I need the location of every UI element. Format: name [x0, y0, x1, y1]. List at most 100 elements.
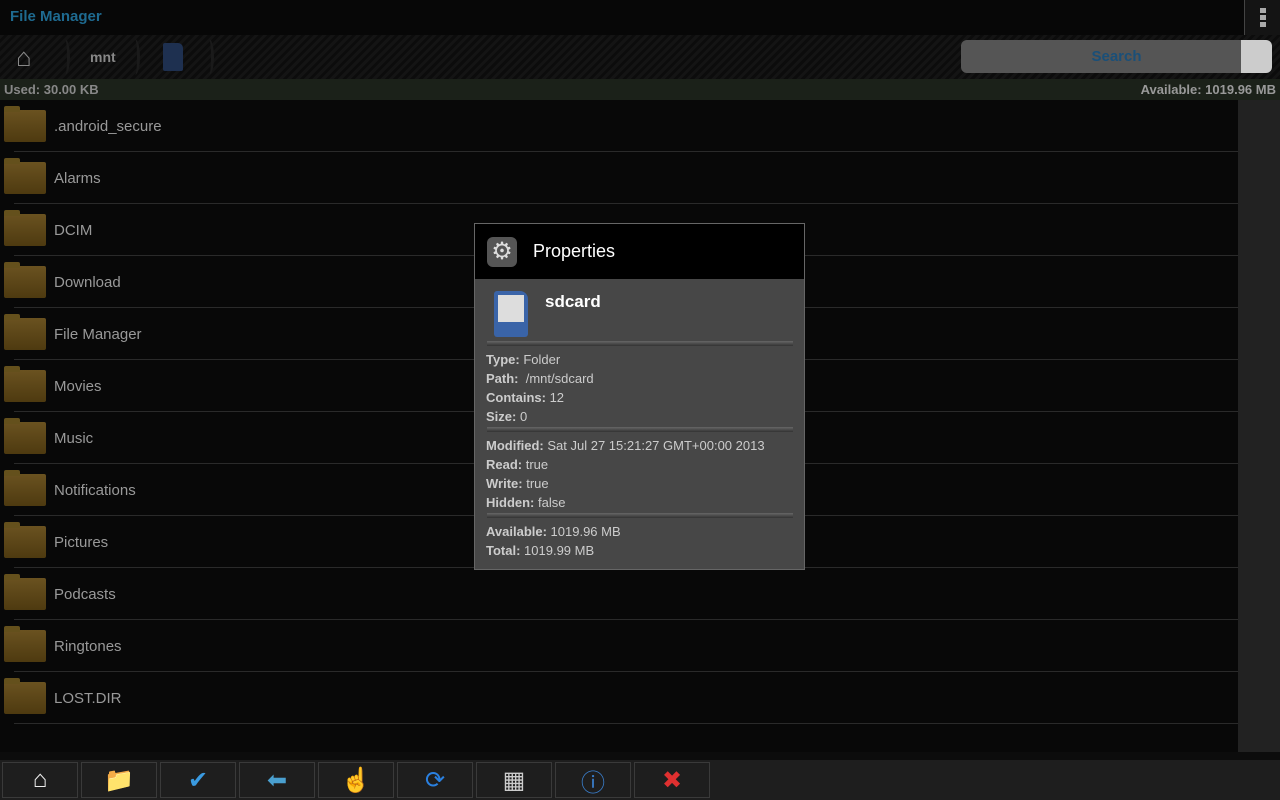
folder-name: Ringtones [54, 638, 122, 655]
list-item[interactable]: Podcasts [4, 568, 1238, 620]
property-row: Size: 0 [486, 409, 527, 424]
property-label: Type: [486, 352, 520, 367]
property-value: true [522, 457, 549, 472]
folder-icon [4, 314, 46, 350]
info-button[interactable]: ⓘ [555, 762, 631, 798]
divider [487, 513, 793, 518]
folder-name: Pictures [54, 534, 109, 551]
back-arrow-button[interactable]: ⬅ [239, 762, 315, 798]
property-row: Type: Folder [486, 352, 560, 367]
folder-icon [4, 262, 46, 298]
close-icon: ✖ [661, 766, 683, 794]
grid-view-button[interactable]: ▦ [476, 762, 552, 798]
property-row: Total: 1019.99 MB [486, 543, 594, 558]
divider [487, 427, 793, 432]
property-label: Total: [486, 543, 521, 558]
property-label: Hidden: [486, 495, 535, 510]
grid-view-icon: ▦ [502, 766, 526, 794]
storage-bar: Used: 30.00 KB Available: 1019.96 MB [0, 79, 1280, 100]
list-item[interactable]: .android_secure [4, 100, 1238, 152]
used-space: Used: 30.00 KB [4, 82, 99, 97]
folder-icon [4, 574, 46, 610]
search-button[interactable]: Search [961, 40, 1272, 73]
property-value: false [534, 495, 566, 510]
property-value: 1019.99 MB [520, 543, 595, 558]
list-item[interactable]: Alarms [4, 152, 1238, 204]
folder-name: .android_secure [54, 118, 162, 135]
dialog-header: ⚙ Properties [475, 224, 804, 279]
breadcrumb-home-icon[interactable]: ⌂ [16, 35, 32, 79]
refresh-icon: ⟳ [424, 766, 446, 794]
property-value: 12 [545, 390, 565, 405]
folder-icon [4, 210, 46, 246]
touch-hand-icon: ☝ [341, 766, 371, 794]
scrollbar-track[interactable] [1238, 100, 1280, 752]
property-row: Hidden: false [486, 495, 565, 510]
property-row: Path: /mnt/sdcard [486, 371, 594, 386]
sdcard-icon [494, 291, 528, 337]
property-value: Sat Jul 27 15:21:27 GMT+00:00 2013 [543, 438, 765, 453]
breadcrumb-separator [130, 39, 140, 75]
title-bar: File Manager [0, 0, 1280, 35]
property-value: /mnt/sdcard [518, 371, 594, 386]
close-button[interactable]: ✖ [634, 762, 710, 798]
new-folder-icon: 📁 [104, 766, 134, 794]
list-item[interactable]: LOST.DIR [4, 672, 1238, 724]
property-row: Contains: 12 [486, 390, 564, 405]
folder-icon [4, 418, 46, 454]
item-name: sdcard [545, 292, 601, 311]
breadcrumb-sdcard-icon[interactable] [163, 35, 183, 79]
property-value: Folder [519, 352, 561, 367]
property-label: Size: [486, 409, 517, 424]
folder-name: File Manager [54, 326, 142, 343]
folder-icon [4, 522, 46, 558]
breadcrumb-separator [60, 39, 70, 75]
info-icon: ⓘ [581, 769, 605, 797]
gear-icon: ⚙ [487, 236, 517, 267]
property-row: Read: true [486, 457, 548, 472]
property-label: Available: [486, 524, 547, 539]
multi-select-button[interactable]: ✔ [160, 762, 236, 798]
folder-icon [4, 626, 46, 662]
folder-name: LOST.DIR [54, 690, 122, 707]
new-folder-button[interactable]: 📁 [81, 762, 157, 798]
bottom-toolbar: ⌂ 📁 ✔ ⬅ ☝ ⟳ ▦ ⓘ ✖ [0, 752, 1280, 800]
folder-name: Podcasts [54, 586, 116, 603]
available-space: Available: 1019.96 MB [1140, 82, 1276, 97]
folder-icon [4, 470, 46, 506]
back-arrow-icon: ⬅ [266, 766, 288, 794]
overflow-menu-icon[interactable] [1244, 0, 1280, 35]
property-value: true [522, 476, 549, 491]
refresh-button[interactable]: ⟳ [397, 762, 473, 798]
property-label: Path: [486, 371, 519, 386]
property-row: Write: true [486, 476, 549, 491]
breadcrumb-separator [204, 39, 214, 75]
app-title: File Manager [10, 8, 102, 25]
property-value: 0 [516, 409, 528, 424]
folder-icon [4, 106, 46, 142]
folder-icon [4, 678, 46, 714]
folder-name: Movies [54, 378, 102, 395]
property-value: 1019.96 MB [546, 524, 621, 539]
folder-name: Notifications [54, 482, 136, 499]
folder-icon [4, 366, 46, 402]
breadcrumb-mnt[interactable]: mnt [90, 35, 116, 79]
list-item[interactable]: Ringtones [4, 620, 1238, 672]
dialog-title: Properties [533, 241, 616, 261]
folder-name: Music [54, 430, 94, 447]
multi-select-icon: ✔ [187, 766, 209, 794]
folder-name: Download [54, 274, 121, 291]
property-row: Modified: Sat Jul 27 15:21:27 GMT+00:00 … [486, 438, 765, 453]
folder-name: DCIM [54, 222, 93, 239]
property-row: Available: 1019.96 MB [486, 524, 621, 539]
folder-icon [4, 158, 46, 194]
property-label: Write: [486, 476, 523, 491]
property-label: Contains: [486, 390, 546, 405]
home-icon: ⌂ [32, 766, 48, 793]
divider [487, 341, 793, 346]
properties-dialog: ⚙ Properties sdcard Type: Folder Path: /m… [474, 223, 805, 570]
property-label: Read: [486, 457, 523, 472]
touch-hand-button[interactable]: ☝ [318, 762, 394, 798]
home-button[interactable]: ⌂ [2, 762, 78, 798]
property-label: Modified: [486, 438, 544, 453]
